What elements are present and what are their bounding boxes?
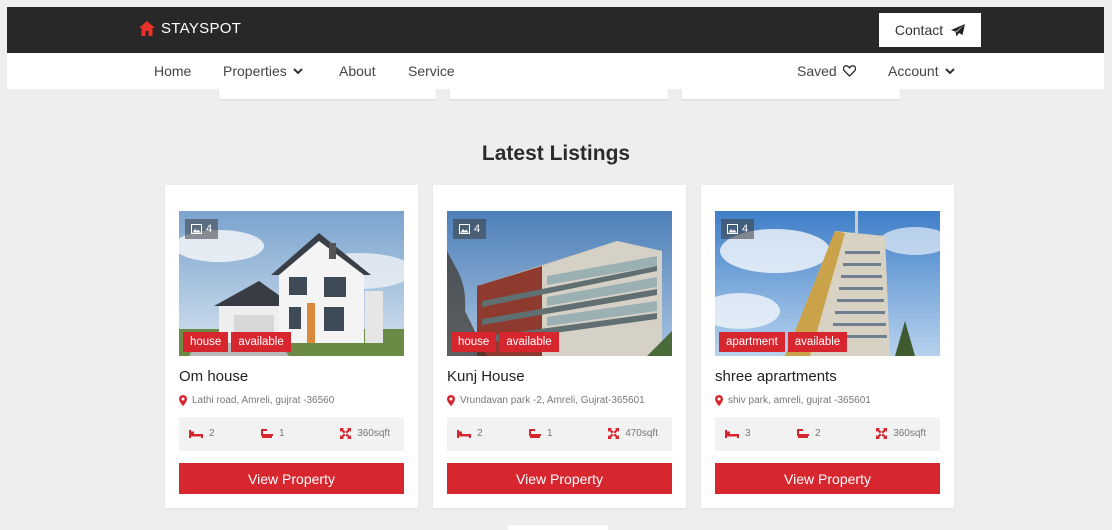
listing-title[interactable]: Om house (179, 368, 248, 385)
baths-value: 1 (279, 428, 285, 439)
availability-badge: available (499, 332, 559, 352)
listing-address-text: shiv park, amreli, gujrat -365601 (728, 395, 871, 406)
nav-saved[interactable]: Saved (797, 63, 856, 79)
area-stat: 360sqft (876, 428, 926, 439)
property-type-badge: apartment (719, 332, 785, 352)
contact-label: Contact (894, 22, 944, 38)
image-icon (459, 224, 470, 234)
section-title: Latest Listings (481, 142, 631, 165)
listing-address: shiv park, amreli, gujrat -365601 (715, 395, 871, 406)
nav-about[interactable]: About (339, 63, 376, 79)
area-expand-icon (340, 428, 352, 439)
property-photo[interactable]: 4 apartment available (715, 211, 940, 356)
listing-title[interactable]: shree aprartments (715, 368, 837, 385)
nav-account[interactable]: Account (888, 63, 955, 79)
listing-address: Lathi road, Amreli, gujrat -36560 (179, 395, 334, 406)
nav-properties-label: Properties (223, 63, 287, 79)
brand-name: STAYSPOT (161, 20, 242, 37)
baths-value: 1 (547, 428, 553, 439)
previous-section-card (219, 89, 436, 99)
nav-home-label: Home (154, 63, 192, 79)
home-icon (139, 21, 155, 36)
listing-card: 4 apartment available shree aprartments … (701, 185, 954, 508)
nav-service-label: Service (408, 63, 455, 79)
image-count: 4 (721, 219, 755, 239)
bed-icon (189, 429, 203, 438)
listing-stats: 2 1 360sqft (179, 417, 404, 451)
nav-service[interactable]: Service (408, 63, 455, 79)
view-property-button[interactable]: View Property (715, 463, 940, 494)
bed-icon (725, 429, 739, 438)
area-expand-icon (876, 428, 888, 439)
view-property-button[interactable]: View Property (179, 463, 404, 494)
location-pin-icon (447, 395, 455, 406)
area-value: 470sqft (625, 428, 658, 439)
baths-value: 2 (815, 428, 821, 439)
location-pin-icon (179, 395, 187, 406)
availability-badge: available (787, 332, 848, 352)
listing-stats: 2 1 470sqft (447, 417, 672, 451)
beds-value: 2 (477, 428, 483, 439)
heart-icon (842, 65, 856, 77)
bath-icon (797, 428, 809, 438)
baths-stat: 1 (529, 428, 553, 439)
area-expand-icon (608, 428, 620, 439)
bath-icon (529, 428, 541, 438)
image-count-value: 4 (206, 223, 213, 235)
image-count: 4 (453, 219, 487, 239)
area-value: 360sqft (357, 428, 390, 439)
chevron-down-icon (293, 67, 303, 74)
baths-stat: 2 (797, 428, 821, 439)
paper-plane-icon (951, 23, 966, 36)
beds-value: 2 (209, 428, 215, 439)
image-icon (727, 224, 738, 234)
next-section-edge (508, 525, 608, 530)
contact-button[interactable]: Contact (879, 13, 981, 47)
location-pin-icon (715, 395, 723, 406)
nav-bar: Home Properties About Service Saved Acco… (7, 53, 1104, 89)
nav-about-label: About (339, 63, 376, 79)
beds-stat: 2 (189, 428, 215, 439)
property-photo[interactable]: 4 house available (447, 211, 672, 356)
nav-home[interactable]: Home (154, 63, 191, 79)
listing-card: 4 house available Kunj House Vrundavan p… (433, 185, 686, 508)
listing-address: Vrundavan park -2, Amreli, Gujrat-365601 (447, 395, 645, 406)
beds-value: 3 (745, 428, 751, 439)
beds-stat: 2 (457, 428, 483, 439)
listing-address-text: Vrundavan park -2, Amreli, Gujrat-365601 (460, 395, 645, 406)
top-bar: STAYSPOT Contact (7, 7, 1104, 53)
image-count-value: 4 (742, 223, 749, 235)
listing-title[interactable]: Kunj House (447, 368, 525, 385)
bath-icon (261, 428, 273, 438)
nav-saved-label: Saved (797, 63, 837, 79)
chevron-down-icon (944, 67, 955, 74)
image-count-value: 4 (474, 223, 481, 235)
bed-icon (457, 429, 471, 438)
previous-section-card (450, 89, 668, 99)
brand-logo[interactable]: STAYSPOT (139, 20, 241, 37)
availability-badge: available (231, 332, 291, 352)
area-value: 360sqft (893, 428, 926, 439)
baths-stat: 1 (261, 428, 285, 439)
image-icon (191, 224, 202, 234)
image-count: 4 (185, 219, 219, 239)
area-stat: 360sqft (340, 428, 390, 439)
property-type-badge: house (451, 332, 497, 352)
view-property-button[interactable]: View Property (447, 463, 672, 494)
previous-section-card (682, 89, 900, 99)
property-photo[interactable]: 4 house available (179, 211, 404, 356)
beds-stat: 3 (725, 428, 751, 439)
listing-card: 4 house available Om house Lathi road, A… (165, 185, 418, 508)
listing-stats: 3 2 360sqft (715, 417, 940, 451)
nav-properties[interactable]: Properties (223, 63, 303, 79)
listing-address-text: Lathi road, Amreli, gujrat -36560 (192, 395, 335, 406)
area-stat: 470sqft (608, 428, 658, 439)
property-type-badge: house (183, 332, 229, 352)
nav-account-label: Account (888, 63, 939, 79)
